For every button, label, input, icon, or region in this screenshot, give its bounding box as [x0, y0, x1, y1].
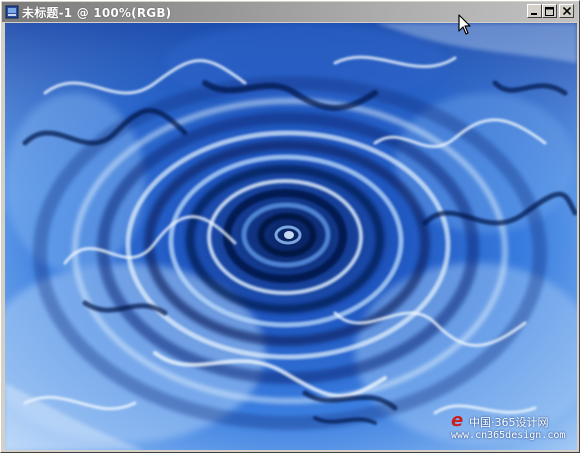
maximize-icon [545, 6, 554, 16]
close-icon [562, 7, 571, 15]
watermark-url: www.cn365design.com [451, 430, 566, 441]
window-controls [527, 4, 574, 18]
image-canvas[interactable]: e 中国·365设计网 www.cn365design.com [5, 23, 577, 450]
maximize-button[interactable] [542, 4, 557, 18]
site-watermark: e 中国·365设计网 www.cn365design.com [449, 410, 571, 446]
document-icon [5, 5, 19, 19]
document-window: 未标题-1 @ 100%(RGB) e 中国·365设计网 www.cn365d… [0, 0, 580, 453]
minimize-button[interactable] [527, 4, 542, 18]
arrow-cursor-icon [458, 14, 472, 36]
close-button[interactable] [559, 4, 574, 18]
watermark-logo: e [451, 410, 464, 431]
water-ripple-image [5, 23, 577, 450]
watermark-site-name: 中国·365设计网 [469, 416, 549, 429]
title-bar[interactable]: 未标题-1 @ 100%(RGB) [2, 2, 578, 22]
minimize-icon [531, 13, 537, 15]
window-title: 未标题-1 @ 100%(RGB) [22, 5, 172, 20]
